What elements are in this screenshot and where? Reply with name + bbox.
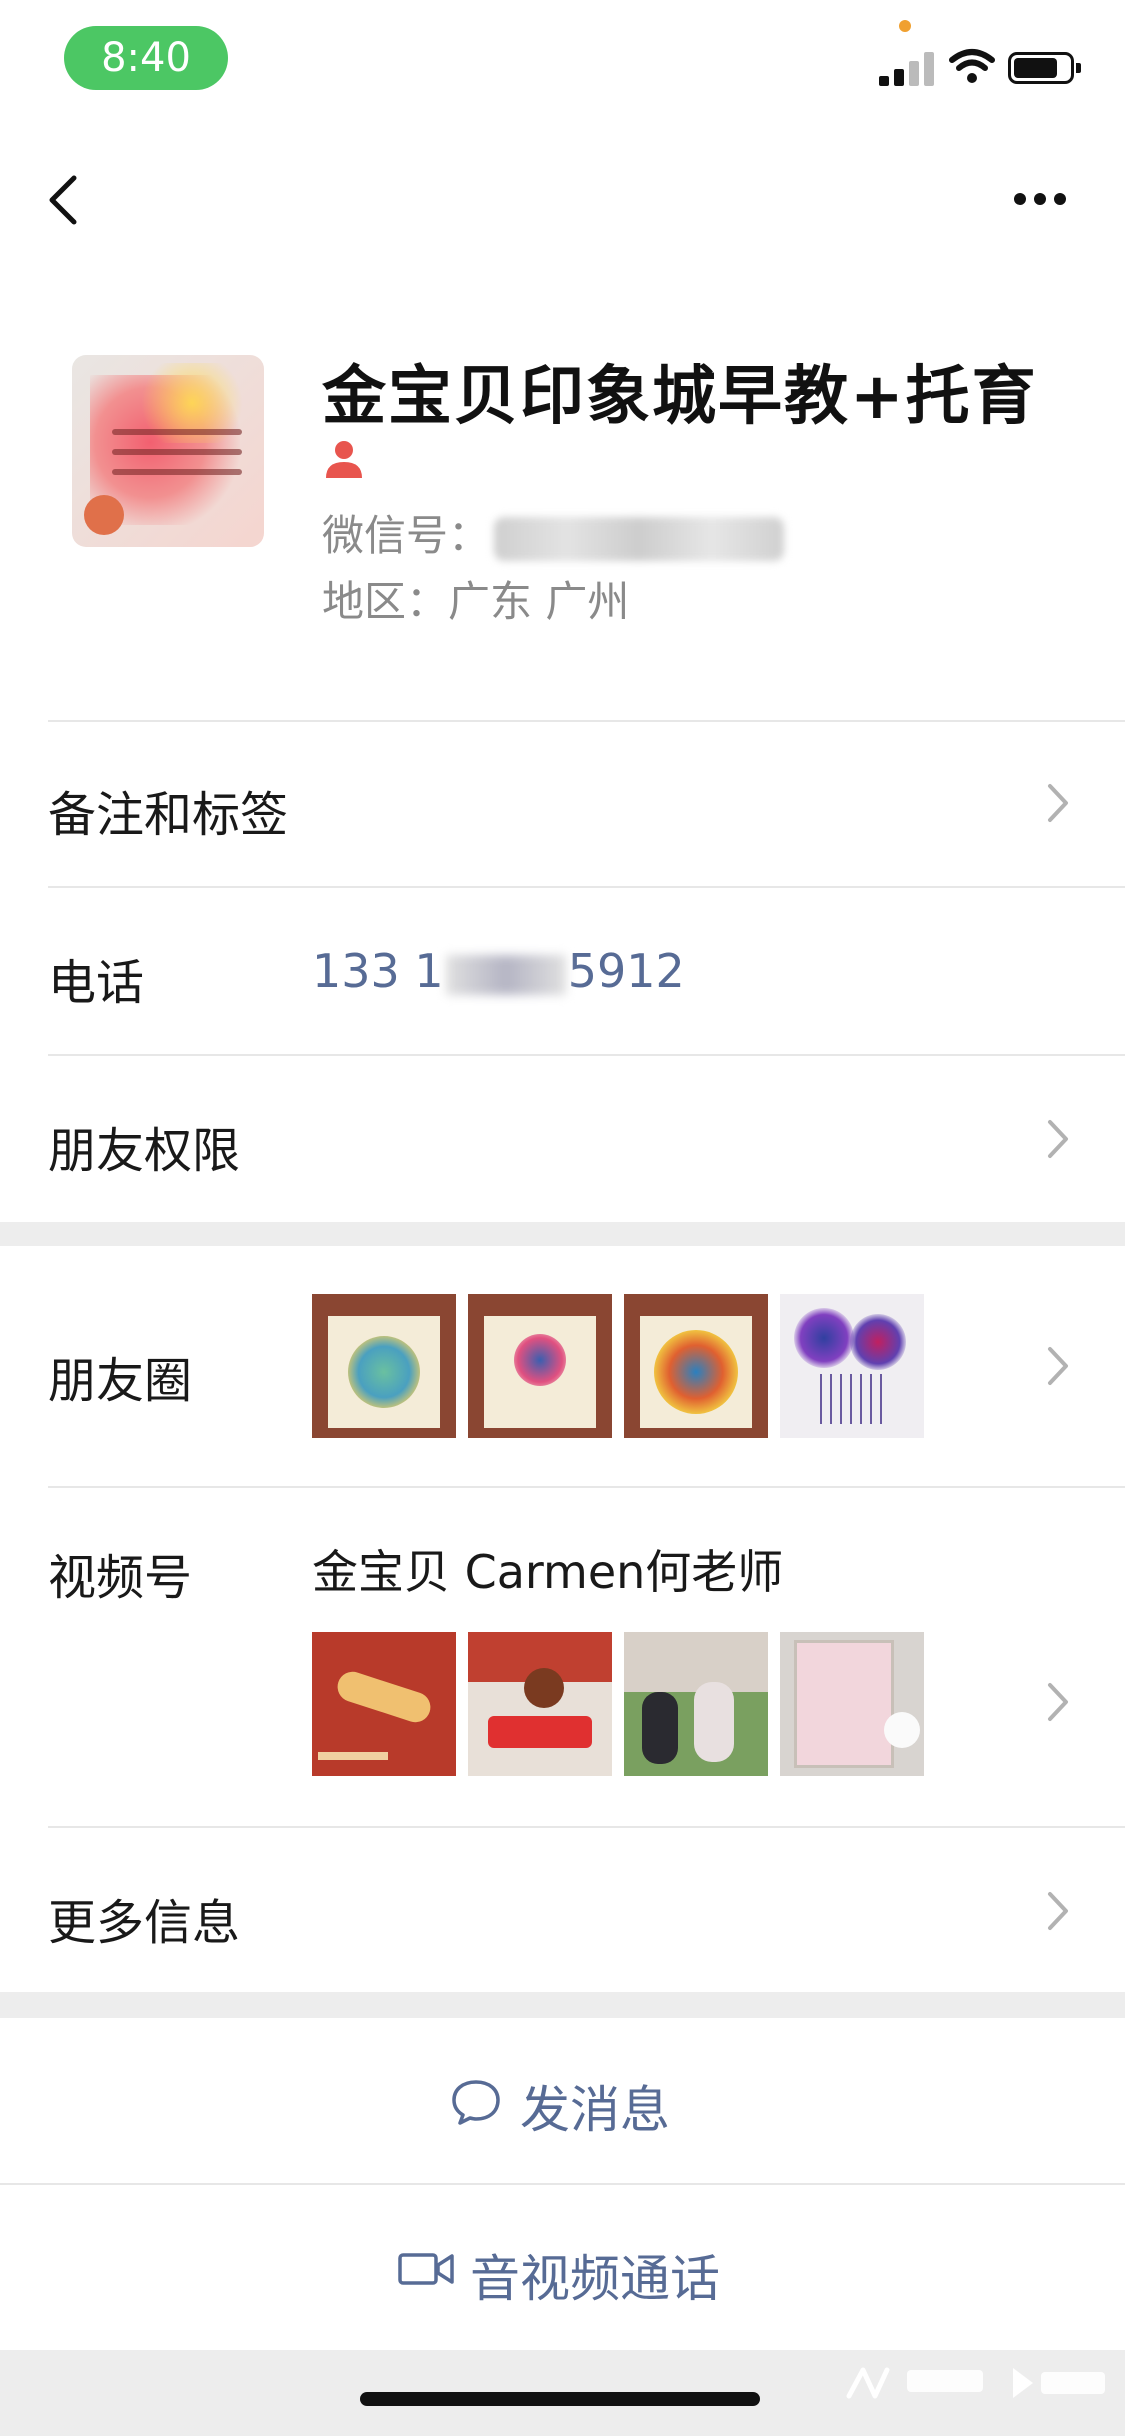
friend-permissions-row[interactable]: 朋友权限 bbox=[0, 1056, 1125, 1222]
wechat-id-row: 微信号： bbox=[322, 502, 785, 563]
channels-thumbnail-1 bbox=[312, 1632, 456, 1776]
more-info-row[interactable]: 更多信息 bbox=[0, 1828, 1125, 1992]
wechat-id-label: 微信号： bbox=[322, 511, 491, 560]
chevron-right-icon bbox=[1048, 1347, 1068, 1385]
video-call-label: 音视频通话 bbox=[470, 2250, 720, 2308]
remarks-and-tags-label: 备注和标签 bbox=[48, 787, 289, 843]
watermark-logo bbox=[846, 2367, 1105, 2399]
more-icon[interactable] bbox=[1010, 185, 1070, 215]
chevron-right-icon bbox=[1048, 1120, 1068, 1158]
battery-icon bbox=[1008, 52, 1081, 84]
channels-thumbnail-2 bbox=[468, 1632, 612, 1776]
moments-label: 朋友圈 bbox=[48, 1353, 193, 1409]
status-bar: 8:40 bbox=[0, 0, 1125, 120]
phone-suffix: 5912 bbox=[567, 944, 685, 998]
send-message-label: 发消息 bbox=[520, 2081, 670, 2139]
avatar[interactable] bbox=[72, 355, 264, 547]
wechat-id-redacted bbox=[494, 516, 785, 561]
moments-thumbnail-3 bbox=[624, 1294, 768, 1438]
chevron-right-icon bbox=[1048, 784, 1068, 822]
moments-thumbnail-2 bbox=[468, 1294, 612, 1438]
phone-number[interactable]: 133 1 5912 bbox=[312, 944, 685, 998]
channels-row[interactable]: 视频号 金宝贝 Carmen何老师 bbox=[0, 1488, 1125, 1826]
moments-thumbnail-4 bbox=[780, 1294, 924, 1438]
video-call-button[interactable]: 音视频通话 bbox=[0, 2185, 1125, 2350]
phone-redacted bbox=[445, 954, 566, 995]
channels-label: 视频号 bbox=[48, 1550, 193, 1606]
privacy-indicator-dot bbox=[899, 20, 911, 32]
content-group: 朋友圈 视频号 金宝贝 Carmen何老师 更多信息 bbox=[0, 1246, 1125, 1992]
channels-thumbnail-4 bbox=[780, 1632, 924, 1776]
home-indicator[interactable] bbox=[360, 2392, 760, 2406]
cellular-signal-icon bbox=[879, 50, 935, 86]
wifi-icon bbox=[949, 49, 995, 83]
phone-prefix: 133 1 bbox=[312, 944, 444, 998]
phone-row[interactable]: 电话 133 1 5912 bbox=[0, 888, 1125, 1054]
navigation-bar bbox=[0, 120, 1125, 270]
moments-row[interactable]: 朋友圈 bbox=[0, 1246, 1125, 1486]
region-label: 地区： bbox=[322, 577, 449, 626]
profile-name: 金宝贝印象城早教+托育 bbox=[322, 360, 1038, 434]
chevron-right-icon bbox=[1048, 1892, 1068, 1930]
video-camera-icon bbox=[398, 2253, 454, 2285]
profile-header: 金宝贝印象城早教+托育 微信号： 地区：广东 广州 bbox=[0, 270, 1125, 720]
send-message-button[interactable]: 发消息 bbox=[0, 2018, 1125, 2183]
chevron-right-icon bbox=[1048, 1683, 1068, 1721]
region-value: 广东 广州 bbox=[448, 577, 630, 626]
chat-bubble-icon bbox=[452, 2080, 500, 2125]
channels-thumbnail-3 bbox=[624, 1632, 768, 1776]
status-time: 8:40 bbox=[64, 26, 228, 90]
back-icon[interactable] bbox=[40, 170, 90, 230]
moments-thumbnail-1 bbox=[312, 1294, 456, 1438]
phone-label: 电话 bbox=[48, 955, 145, 1011]
region-row: 地区：广东 广州 bbox=[322, 568, 629, 629]
person-icon bbox=[326, 441, 362, 478]
friend-permissions-label: 朋友权限 bbox=[48, 1123, 241, 1179]
more-info-label: 更多信息 bbox=[48, 1895, 241, 1951]
channels-title: 金宝贝 Carmen何老师 bbox=[312, 1545, 784, 1599]
remarks-and-tags-row[interactable]: 备注和标签 bbox=[0, 720, 1125, 886]
contact-info-group: 备注和标签 电话 133 1 5912 朋友权限 bbox=[0, 720, 1125, 1222]
